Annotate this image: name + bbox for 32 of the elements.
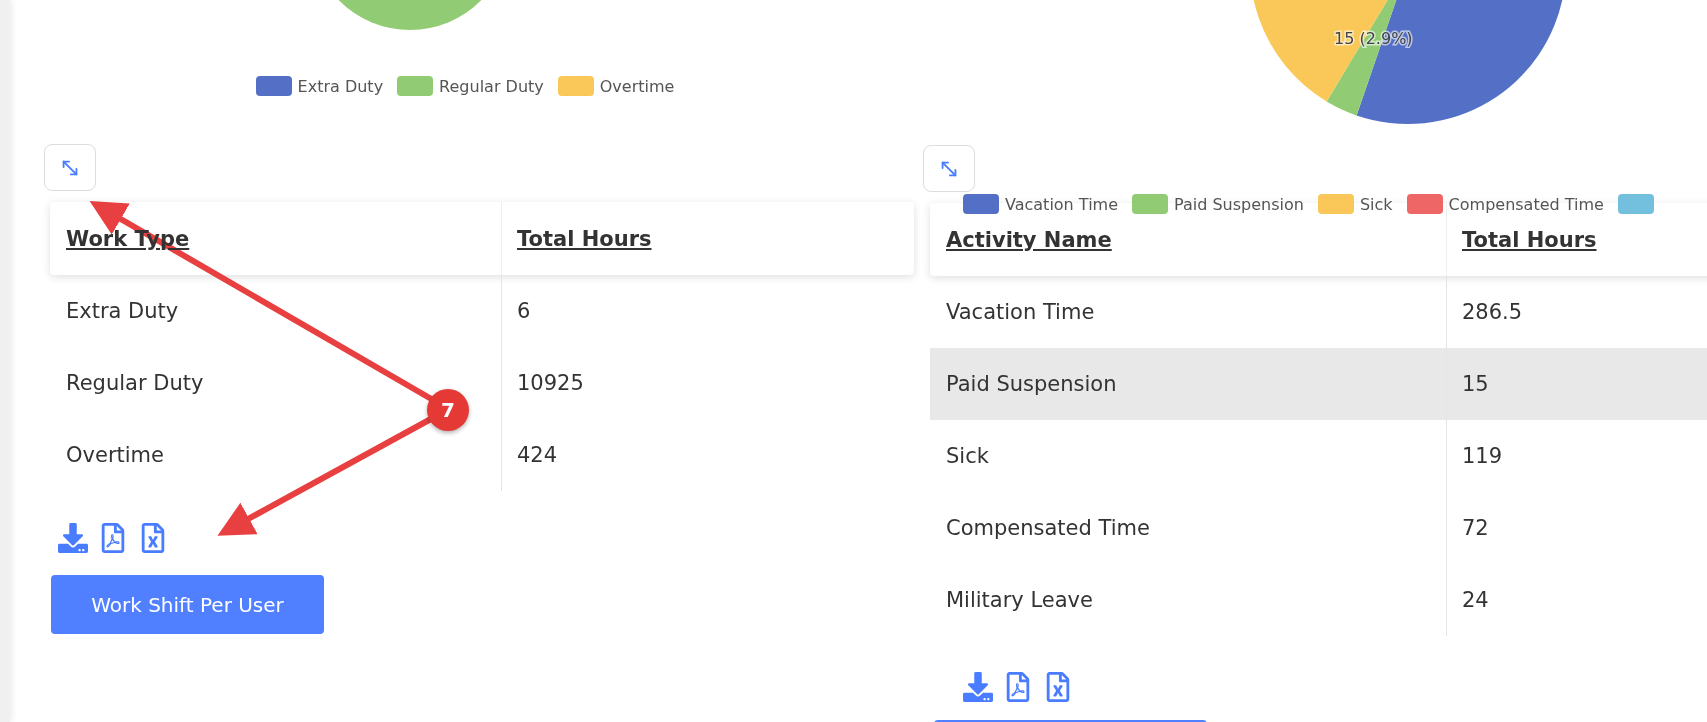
download-icon[interactable] <box>963 672 993 702</box>
legend-label[interactable]: Paid Suspension <box>1174 194 1304 214</box>
table-cell: Paid Suspension <box>946 372 1117 396</box>
table-cell: 24 <box>1462 588 1489 612</box>
legend-label[interactable]: Sick <box>1359 194 1393 214</box>
table-cell: 72 <box>1462 516 1489 540</box>
column-header[interactable]: Total Hours <box>1462 227 1597 252</box>
expand-button[interactable] <box>44 144 96 191</box>
table-cell: Sick <box>946 444 989 468</box>
table-cell: 119 <box>1462 444 1503 468</box>
table-cell: Regular Duty <box>66 371 204 395</box>
work-shift-button[interactable]: Work Shift Per User <box>51 575 324 634</box>
table-cell: Overtime <box>66 443 164 467</box>
table-row[interactable]: Paid Suspension 15 <box>930 348 1707 420</box>
legend-label[interactable]: Regular Duty <box>439 76 544 96</box>
column-header[interactable]: Activity Name <box>946 227 1112 252</box>
table-cell: 6 <box>517 299 531 323</box>
table-cell: Vacation Time <box>946 300 1095 324</box>
legend-label[interactable]: Compensated Time <box>1448 194 1604 214</box>
table-cell: 15 <box>1462 372 1489 396</box>
table-cell: Extra Duty <box>66 299 179 323</box>
column-header[interactable]: Total Hours <box>517 226 652 251</box>
table-cell: Military Leave <box>946 588 1093 612</box>
download-icon[interactable] <box>58 523 88 553</box>
legend-label[interactable]: Vacation Time <box>1005 194 1118 214</box>
table-cell: Compensated Time <box>946 516 1150 540</box>
table-cell: 424 <box>517 443 558 467</box>
table-cell: 10925 <box>517 371 584 395</box>
table-cell: 286.5 <box>1462 300 1523 324</box>
expand-button[interactable] <box>923 145 975 192</box>
legend-label[interactable]: Extra Duty <box>297 76 384 96</box>
legend-label[interactable]: Overtime <box>599 76 675 96</box>
